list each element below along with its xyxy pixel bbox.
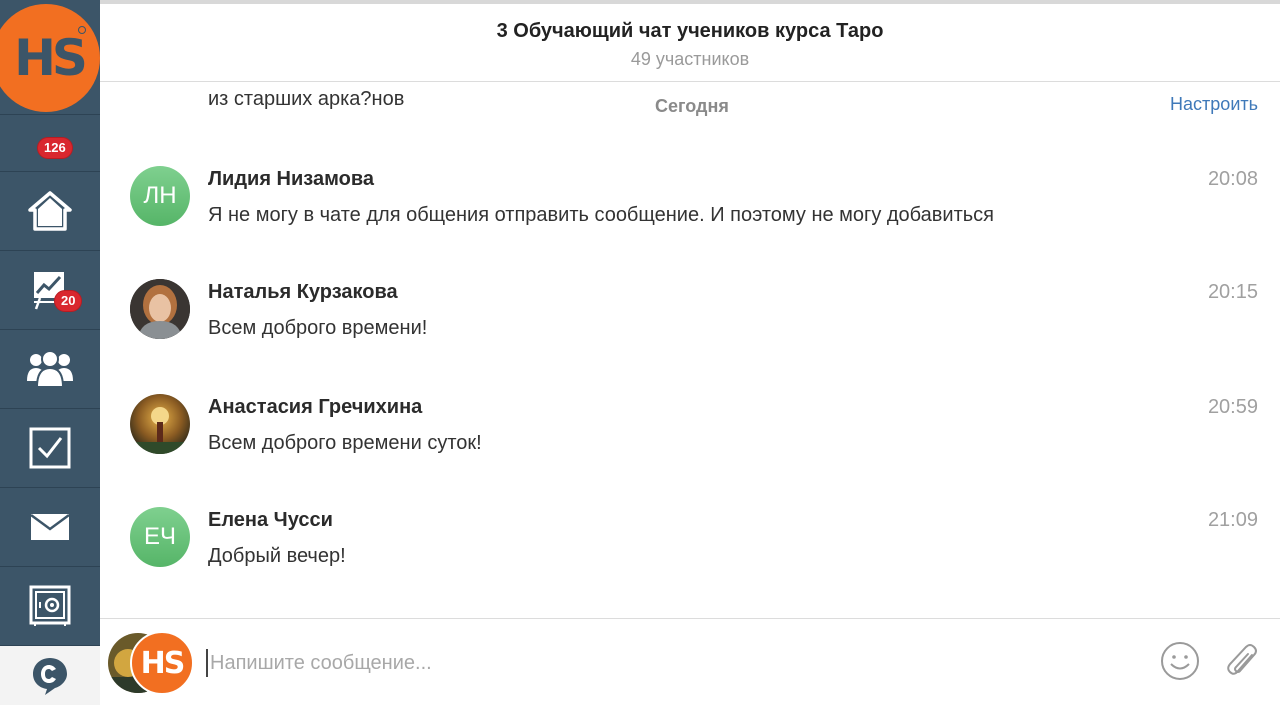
chat-icon bbox=[33, 657, 67, 695]
app-logo[interactable]: HS bbox=[0, 4, 100, 112]
configure-link[interactable]: Настроить bbox=[1170, 94, 1258, 115]
message-item: Анастасия Гречихина Всем доброго времени… bbox=[130, 394, 1258, 474]
my-avatar[interactable]: HS bbox=[130, 631, 194, 695]
message-author[interactable]: Наталья Курзакова bbox=[208, 281, 398, 304]
safe-icon bbox=[29, 585, 71, 626]
message-input[interactable] bbox=[206, 649, 1106, 677]
message-author[interactable]: Анастасия Гречихина bbox=[208, 396, 422, 419]
message-text: Я не могу в чате для общения отправить с… bbox=[208, 204, 995, 226]
sidebar-item-mail[interactable] bbox=[0, 487, 100, 566]
chat-header: 3 Обучающий чат учеников курса Таро 49 у… bbox=[100, 0, 1280, 82]
message-author[interactable]: Елена Чусси bbox=[208, 509, 333, 532]
avatar[interactable]: ЕЧ bbox=[130, 507, 190, 567]
sidebar-item-tasks[interactable] bbox=[0, 408, 100, 487]
participants-count[interactable]: 49 участников bbox=[100, 49, 1280, 70]
message-author[interactable]: Лидия Низамова bbox=[208, 168, 374, 191]
message-time: 20:08 bbox=[1207, 168, 1258, 190]
chat-title: 3 Обучающий чат учеников курса Таро bbox=[496, 20, 884, 42]
my-avatar-text: HS bbox=[140, 645, 186, 681]
message-item: ЕЧ Елена Чусси Добрый вечер! 21:09 bbox=[130, 507, 1258, 587]
message-item: ЛН Лидия Низамова Я не могу в чате для о… bbox=[130, 166, 1258, 246]
message-composer: HS bbox=[100, 618, 1280, 705]
message-time: 20:15 bbox=[1207, 281, 1258, 303]
checkbox-icon bbox=[29, 427, 71, 469]
previous-message-tail: из старших арка?нов bbox=[208, 88, 405, 110]
sidebar-item-chat[interactable] bbox=[0, 645, 100, 705]
avatar-initials: ЕЧ bbox=[143, 523, 176, 550]
avatar[interactable] bbox=[130, 279, 190, 339]
previous-message-fragment: из старших арка?нов bbox=[208, 82, 404, 114]
message-text: Добрый вечер! bbox=[208, 545, 346, 567]
home-icon bbox=[28, 191, 72, 231]
message-item: Наталья Курзакова Всем доброго времени! … bbox=[130, 279, 1258, 359]
sidebar-item-notifications[interactable]: 126 bbox=[0, 114, 100, 171]
message-list[interactable]: из старших арка?нов Сегодня Настроить ЛН… bbox=[100, 82, 1280, 618]
user-photo bbox=[130, 279, 190, 339]
users-icon bbox=[27, 350, 73, 388]
sidebar-item-users[interactable] bbox=[0, 329, 100, 408]
courses-badge: 20 bbox=[54, 290, 83, 312]
avatar[interactable] bbox=[130, 394, 190, 454]
sidebar-item-home[interactable] bbox=[0, 171, 100, 250]
logo-text: HS bbox=[14, 29, 88, 87]
notifications-badge: 126 bbox=[37, 137, 73, 159]
user-photo bbox=[130, 394, 190, 454]
message-time: 21:09 bbox=[1207, 509, 1258, 531]
avatar[interactable]: ЛН bbox=[130, 166, 190, 226]
sidebar-item-courses[interactable]: 20 bbox=[0, 250, 100, 329]
message-time: 20:59 bbox=[1207, 396, 1258, 418]
sidebar: HS 126 20 bbox=[0, 0, 100, 705]
date-separator: Сегодня bbox=[655, 96, 729, 116]
sidebar-item-safe[interactable] bbox=[0, 566, 100, 645]
attach-icon[interactable] bbox=[1224, 641, 1260, 681]
avatar-initials: ЛН bbox=[143, 182, 177, 209]
emoji-icon[interactable] bbox=[1160, 641, 1200, 681]
registered-mark bbox=[78, 26, 86, 34]
cut-off-line bbox=[208, 82, 404, 84]
message-text: Всем доброго времени! bbox=[208, 317, 428, 339]
mail-icon bbox=[30, 513, 70, 540]
message-text: Всем доброго времени суток! bbox=[208, 432, 482, 454]
